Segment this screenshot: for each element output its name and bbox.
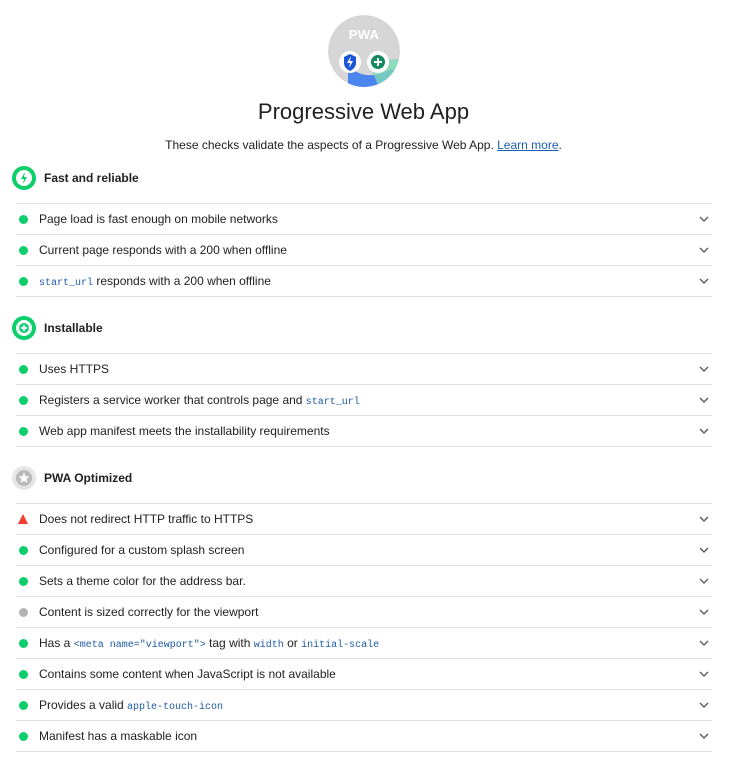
audit-title: Provides a valid apple-touch-icon [39,698,698,713]
description-end: . [558,138,562,152]
audit-title: Has a <meta name="viewport"> tag with wi… [39,636,698,651]
audit-row[interactable]: Sets a theme color for the address bar. [16,565,712,596]
chevron-down-icon[interactable] [698,394,710,406]
pass-indicator [19,276,28,286]
audit-row[interactable]: Page load is fast enough on mobile netwo… [16,203,712,234]
code-initial-scale: initial-scale [301,639,380,651]
audit-title: Manifest has a maskable icon [39,729,198,743]
audit-title: Current page responds with a 200 when of… [39,243,287,257]
audit-row[interactable]: Configured for a custom splash screen [16,534,712,565]
audit-text: or [283,635,302,650]
description-text: These checks validate the aspects of a P… [165,138,494,152]
chevron-down-icon[interactable] [698,575,710,587]
group-header-installable: Installable [12,316,103,340]
group-title: PWA Optimized [44,471,133,485]
pass-indicator [19,395,28,405]
pwa-optimized-icon [12,466,36,490]
audit-title: Sets a theme color for the address bar. [39,574,246,588]
audit-title: Does not redirect HTTP traffic to HTTPS [39,512,254,526]
pass-indicator [19,731,28,741]
chevron-down-icon[interactable] [698,513,710,525]
audit-title: Registers a service worker that controls… [39,393,698,408]
chevron-down-icon[interactable] [698,730,710,742]
audit-title: Web app manifest meets the installabilit… [39,424,330,438]
audit-row[interactable]: Does not redirect HTTP traffic to HTTPS [16,503,712,534]
chevron-down-icon[interactable] [698,606,710,618]
chevron-down-icon[interactable] [698,668,710,680]
pwa-badge: PWA [328,15,400,87]
code-apple-touch-icon: apple-touch-icon [127,701,224,713]
chevron-down-icon[interactable] [698,244,710,256]
pass-indicator [19,545,28,555]
code-start-url: start_url [39,277,94,289]
description: These checks validate the aspects of a P… [0,138,727,152]
fast-reliable-icon [12,166,36,190]
audit-row[interactable]: Provides a valid apple-touch-icon [16,689,712,720]
pass-indicator [19,245,28,255]
audit-row[interactable]: start_url responds with a 200 when offli… [16,265,712,297]
pass-indicator [19,576,28,586]
code-width: width [253,639,284,651]
page-title: Progressive Web App [257,99,470,124]
chevron-down-icon[interactable] [698,213,710,225]
group-title: Installable [44,321,103,335]
audit-text: Registers a service worker that controls… [39,392,306,407]
badge-label: PWA [348,27,380,42]
audit-text: tag with [205,635,254,650]
group-title: Fast and reliable [44,171,139,185]
group-header-pwa-optimized: PWA Optimized [12,466,132,490]
audit-title: Page load is fast enough on mobile netwo… [39,212,278,226]
chevron-down-icon[interactable] [698,637,710,649]
audit-row[interactable]: Web app manifest meets the installabilit… [16,415,712,447]
chevron-down-icon[interactable] [698,699,710,711]
installable-icon [12,316,36,340]
audit-row[interactable]: Current page responds with a 200 when of… [16,234,712,265]
audit-title: Content is sized correctly for the viewp… [39,605,259,619]
learn-more-link[interactable]: Learn more [497,138,558,152]
not-applicable-indicator [19,607,28,617]
pass-indicator [19,700,28,710]
audit-title: Contains some content when JavaScript is… [39,667,336,681]
audit-title: start_url responds with a 200 when offli… [39,274,698,289]
fail-indicator [18,514,28,524]
audit-title: Configured for a custom splash screen [39,543,245,557]
audit-row[interactable]: Manifest has a maskable icon [16,720,712,752]
group-header-fast-reliable: Fast and reliable [12,166,139,190]
pass-indicator [19,669,28,679]
pass-indicator [19,364,28,374]
audit-row[interactable]: Content is sized correctly for the viewp… [16,596,712,627]
code-meta-viewport: <meta name="viewport"> [73,639,206,651]
chevron-down-icon[interactable] [698,363,710,375]
code-start-url: start_url [305,396,360,408]
pass-indicator [19,214,28,224]
audit-row[interactable]: Registers a service worker that controls… [16,384,712,415]
chevron-down-icon[interactable] [698,425,710,437]
chevron-down-icon[interactable] [698,275,710,287]
pass-indicator [19,426,28,436]
chevron-down-icon[interactable] [698,544,710,556]
audit-row[interactable]: Has a <meta name="viewport"> tag with wi… [16,627,712,658]
pass-indicator [19,638,28,648]
audit-text: responds with a 200 when offline [93,273,271,288]
audit-text: Has a [39,635,74,650]
audit-row[interactable]: Contains some content when JavaScript is… [16,658,712,689]
audit-title: Uses HTTPS [39,362,110,376]
audit-text: Provides a valid [39,697,128,712]
audit-row[interactable]: Uses HTTPS [16,353,712,384]
